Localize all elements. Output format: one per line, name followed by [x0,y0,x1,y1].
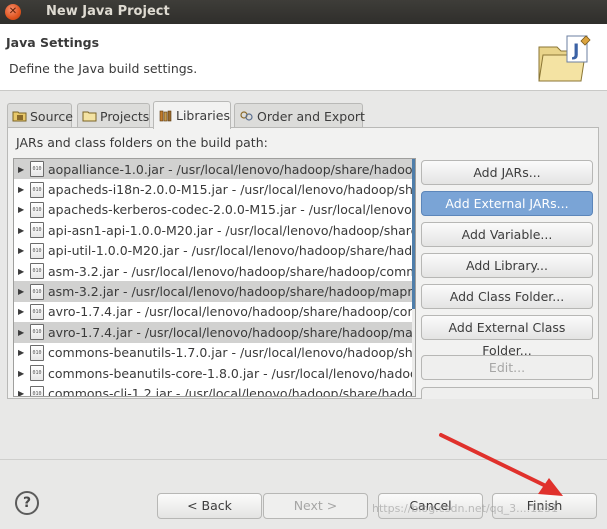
tree-row[interactable]: ▶ commons-beanutils-core-1.8.0.jar - /usr… [14,363,416,383]
tab-source[interactable]: Source [7,103,73,128]
jar-icon [30,263,44,280]
jar-icon [30,242,44,259]
tree-row-label: avro-1.7.4.jar - /usr/local/lenovo/hadoo… [48,324,416,340]
jar-icon [30,365,44,382]
page-description: Define the Java build settings. [9,61,198,76]
window-titlebar: ✕ New Java Project [0,0,607,24]
tree-row-label: commons-beanutils-core-1.8.0.jar - /usr/… [48,365,416,381]
expand-arrow-icon[interactable]: ▶ [14,165,30,174]
tree-row[interactable]: ▶ api-util-1.0.0-M20.jar - /usr/local/len… [14,241,416,261]
expand-arrow-icon[interactable]: ▶ [14,185,30,194]
next-button[interactable]: Next > [263,493,368,519]
add-library-button[interactable]: Add Library... [421,253,593,278]
edit-button[interactable]: Edit... [421,355,593,380]
tree-row-label: api-asn1-api-1.0.0-M20.jar - /usr/local/… [48,222,416,238]
tree-row-label: asm-3.2.jar - /usr/local/lenovo/hadoop/s… [48,263,416,279]
expand-arrow-icon[interactable]: ▶ [14,205,30,214]
tree-row-label: commons-beanutils-1.7.0.jar - /usr/local… [48,345,416,361]
page-title: Java Settings [6,35,100,50]
close-icon: ✕ [8,6,18,17]
wizard-header: Java Settings Define the Java build sett… [0,24,607,91]
jar-icon [30,181,44,198]
tree-row[interactable]: ▶ aopalliance-1.0.jar - /usr/local/lenovo… [14,159,416,180]
libraries-panel: JARs and class folders on the build path… [7,127,599,399]
tab-order-and-export[interactable]: Order and Export [234,103,365,128]
tree-row[interactable]: ▶ commons-beanutils-1.7.0.jar - /usr/loca… [14,343,416,363]
tree-scrollbar[interactable] [412,159,415,396]
add-class-folder-button[interactable]: Add Class Folder... [421,284,593,309]
tab-libraries[interactable]: Libraries [153,101,231,129]
add-external-jars-button[interactable]: Add External JARs... [421,191,593,216]
tree-row-label: aopalliance-1.0.jar - /usr/local/lenovo/… [48,161,416,177]
jar-icon [30,283,44,300]
tab-label: Projects [100,108,150,124]
jar-icon [30,324,44,341]
tree-row-label: avro-1.7.4.jar - /usr/local/lenovo/hadoo… [48,304,416,320]
tree-row[interactable]: ▶ apacheds-kerberos-codec-2.0.0-M15.jar -… [14,200,416,220]
window-title: New Java Project [46,4,170,19]
tab-label: Order and Export [257,108,365,124]
tree-row[interactable]: ▶ commons-cli-1.2.jar - /usr/local/lenovo… [14,383,416,397]
tree-row-label: api-util-1.0.0-M20.jar - /usr/local/leno… [48,243,416,259]
tab-label: Source [30,108,73,124]
tree-row[interactable]: ▶ asm-3.2.jar - /usr/local/lenovo/hadoop/… [14,281,416,302]
tree-row-label: commons-cli-1.2.jar - /usr/local/lenovo/… [48,386,416,397]
expand-arrow-icon[interactable]: ▶ [14,226,30,235]
tree-row[interactable]: ▶ avro-1.7.4.jar - /usr/local/lenovo/hado… [14,302,416,322]
expand-arrow-icon[interactable]: ▶ [14,328,30,337]
build-path-label: JARs and class folders on the build path… [16,135,268,150]
projects-folder-icon [82,111,97,122]
jar-icon [30,303,44,320]
tree-row[interactable]: ▶ api-asn1-api-1.0.0-M20.jar - /usr/local… [14,220,416,240]
jar-icon [30,222,44,239]
tree-row-label: apacheds-kerberos-codec-2.0.0-M15.jar - … [48,202,416,218]
expand-arrow-icon[interactable]: ▶ [14,267,30,276]
svg-text:J: J [572,41,579,61]
add-variable-button[interactable]: Add Variable... [421,222,593,247]
tree-row-label: asm-3.2.jar - /usr/local/lenovo/hadoop/s… [48,284,416,300]
help-button[interactable]: ? [15,491,39,515]
help-icon: ? [22,495,32,511]
jar-icon [30,385,44,396]
tree-row[interactable]: ▶ asm-3.2.jar - /usr/local/lenovo/hadoop/… [14,261,416,281]
expand-arrow-icon[interactable]: ▶ [14,369,30,378]
tree-scrollbar-thumb[interactable] [412,159,415,309]
add-external-class-folder-button[interactable]: Add External Class Folder... [421,315,593,358]
expand-arrow-icon[interactable]: ▶ [14,348,30,357]
expand-arrow-icon[interactable]: ▶ [14,307,30,316]
tree-row[interactable]: ▶ avro-1.7.4.jar - /usr/local/lenovo/hado… [14,322,416,343]
add-jars-button[interactable]: Add JARs... [421,160,593,185]
tree-row-label: apacheds-i18n-2.0.0-M15.jar - /usr/local… [48,182,416,198]
jar-icon [30,201,44,218]
expand-arrow-icon[interactable]: ▶ [14,246,30,255]
libraries-icon [159,110,172,121]
jar-icon [30,161,44,178]
expand-arrow-icon[interactable]: ▶ [14,389,30,396]
tree-row[interactable]: ▶ apacheds-i18n-2.0.0-M15.jar - /usr/loca… [14,179,416,199]
jar-icon [30,344,44,361]
build-path-tree[interactable]: ▶ aopalliance-1.0.jar - /usr/local/lenovo… [13,158,416,397]
order-export-icon [240,111,253,121]
expand-arrow-icon[interactable]: ▶ [14,287,30,296]
watermark-text: https://blog.csdn.net/qq_3....1251 [372,502,559,515]
footer-separator [0,459,607,460]
java-project-wizard-icon: J [538,35,591,82]
source-folder-icon [12,111,27,122]
tab-label: Libraries [176,108,230,123]
close-window-button[interactable]: ✕ [5,4,21,20]
remove-button[interactable] [421,387,593,399]
back-button[interactable]: < Back [157,493,262,519]
tab-projects[interactable]: Projects [77,103,150,128]
